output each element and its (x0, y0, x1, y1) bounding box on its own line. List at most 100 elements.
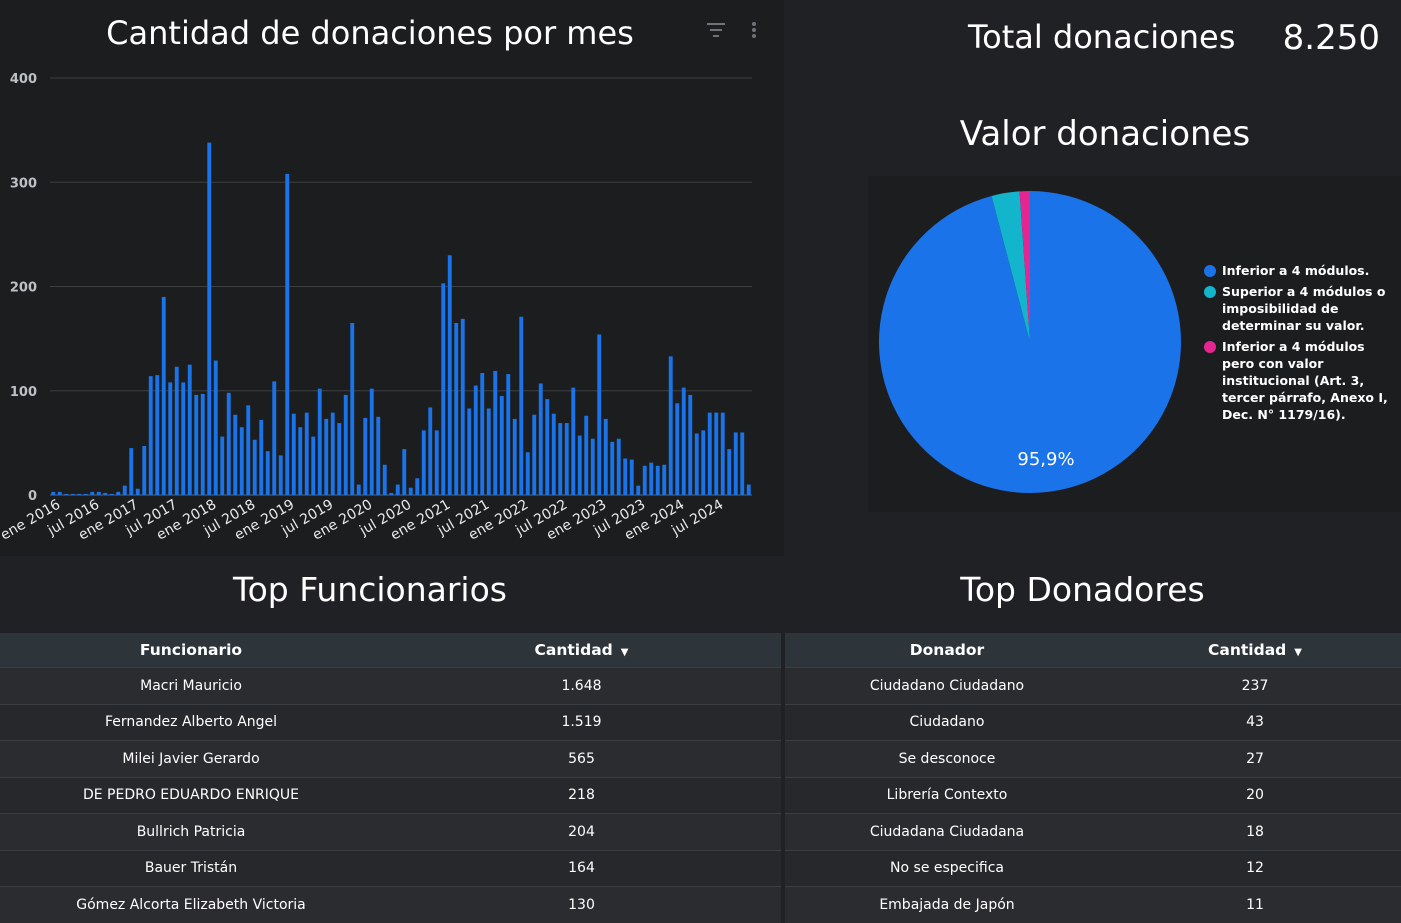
bar[interactable] (122, 485, 127, 495)
bar[interactable] (363, 417, 368, 495)
bar[interactable] (161, 296, 166, 495)
bar[interactable] (610, 441, 615, 495)
bar[interactable] (246, 405, 251, 495)
bar[interactable] (311, 436, 316, 495)
bar[interactable] (467, 408, 472, 495)
table-row[interactable]: Embajada de Japón 11 (785, 886, 1401, 923)
bar[interactable] (187, 364, 192, 495)
bar[interactable] (83, 493, 88, 495)
bar[interactable] (142, 446, 147, 495)
bar[interactable] (551, 413, 556, 495)
column-header-cantidad[interactable]: Cantidad ▼ (382, 633, 781, 668)
table-row[interactable]: Ciudadano Ciudadano 237 (785, 667, 1401, 704)
bar[interactable] (545, 399, 550, 495)
bar[interactable] (64, 493, 69, 495)
sort-desc-icon[interactable]: ▼ (1294, 647, 1302, 658)
bar[interactable] (155, 375, 160, 495)
bar[interactable] (701, 430, 706, 495)
table-row[interactable]: Gómez Alcorta Elizabeth Victoria 130 (0, 886, 781, 923)
bar[interactable] (330, 412, 335, 495)
bar[interactable] (350, 322, 355, 495)
column-header-funcionario[interactable]: Funcionario (0, 633, 382, 668)
bar[interactable] (395, 484, 400, 495)
column-header-donador[interactable]: Donador (785, 633, 1109, 668)
bar[interactable] (298, 427, 303, 495)
bar[interactable] (200, 393, 205, 495)
filter-icon[interactable] (705, 20, 727, 40)
bar[interactable] (408, 487, 413, 495)
bar[interactable] (571, 387, 576, 495)
bar[interactable] (181, 382, 186, 495)
bar[interactable] (434, 430, 439, 495)
bar[interactable] (174, 366, 179, 495)
table-row[interactable]: Bullrich Patricia 204 (0, 813, 781, 850)
bar[interactable] (207, 142, 212, 495)
bar[interactable] (285, 173, 290, 495)
bar[interactable] (662, 464, 667, 495)
bar[interactable] (532, 414, 537, 495)
bar[interactable] (733, 432, 738, 495)
bar[interactable] (603, 418, 608, 495)
more-vert-icon[interactable] (748, 20, 760, 40)
bar[interactable] (688, 394, 693, 495)
bar[interactable] (109, 493, 114, 495)
table-row[interactable]: Macri Mauricio 1.648 (0, 667, 781, 704)
table-row[interactable]: DE PEDRO EDUARDO ENRIQUE 218 (0, 776, 781, 814)
bar[interactable] (707, 412, 712, 495)
bar[interactable] (70, 493, 75, 495)
bar[interactable] (714, 412, 719, 495)
bar[interactable] (538, 383, 543, 495)
bar[interactable] (220, 436, 225, 495)
bar[interactable] (506, 374, 511, 495)
bar[interactable] (265, 451, 270, 495)
bar[interactable] (252, 439, 257, 495)
bar[interactable] (597, 334, 602, 495)
bar[interactable] (499, 395, 504, 495)
bar[interactable] (681, 387, 686, 495)
bar[interactable] (428, 407, 433, 495)
legend-item[interactable]: Superior a 4 módulos o imposibilidad de … (1204, 283, 1394, 334)
bar[interactable] (558, 423, 563, 495)
bar[interactable] (96, 491, 101, 495)
bar[interactable] (356, 484, 361, 495)
bar[interactable] (454, 322, 459, 495)
bar[interactable] (649, 462, 654, 495)
legend-item[interactable]: Inferior a 4 módulos pero con valor inst… (1204, 338, 1394, 423)
bar[interactable] (389, 492, 394, 495)
table-row[interactable]: Fernandez Alberto Angel 1.519 (0, 703, 781, 741)
bar[interactable] (512, 418, 517, 495)
bar[interactable] (291, 413, 296, 495)
bar[interactable] (460, 318, 465, 495)
bar[interactable] (304, 412, 309, 495)
bar[interactable] (623, 458, 628, 495)
table-row[interactable]: Se desconoce 27 (785, 740, 1401, 777)
bar[interactable] (278, 455, 283, 495)
bar[interactable] (493, 370, 498, 495)
bar[interactable] (259, 419, 264, 495)
bar[interactable] (415, 478, 420, 495)
bar[interactable] (272, 381, 277, 495)
bar[interactable] (168, 382, 173, 495)
bar[interactable] (233, 414, 238, 495)
sort-desc-icon[interactable]: ▼ (621, 647, 629, 658)
bar[interactable] (239, 427, 244, 495)
bar[interactable] (590, 438, 595, 495)
bar[interactable] (226, 392, 231, 495)
bar[interactable] (480, 373, 485, 495)
bar[interactable] (746, 484, 751, 495)
bar[interactable] (447, 255, 452, 495)
bar[interactable] (57, 491, 62, 495)
bar[interactable] (694, 433, 699, 495)
bar[interactable] (636, 485, 641, 495)
bar[interactable] (642, 465, 647, 495)
bar[interactable] (655, 465, 660, 495)
table-row[interactable]: No se especifica 12 (785, 849, 1401, 887)
column-header-cantidad[interactable]: Cantidad ▼ (1109, 633, 1401, 668)
bar[interactable] (740, 432, 745, 495)
bar[interactable] (324, 418, 329, 495)
bar[interactable] (376, 416, 381, 495)
bar[interactable] (577, 435, 582, 495)
bar[interactable] (584, 415, 589, 495)
table-row[interactable]: Milei Javier Gerardo 565 (0, 740, 781, 777)
bar[interactable] (317, 388, 322, 495)
